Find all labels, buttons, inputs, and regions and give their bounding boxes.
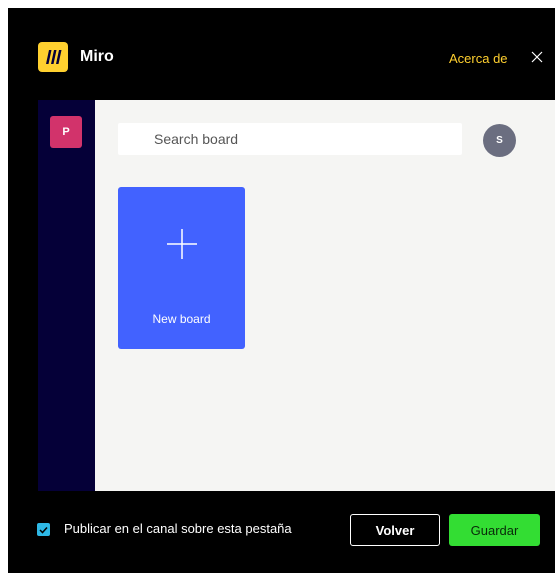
dialog-header: Miro Acerca de [8, 8, 555, 100]
plus-icon [167, 229, 197, 259]
app-name: Miro [80, 48, 114, 65]
board-list-panel: S New board [95, 100, 555, 491]
publish-checkbox[interactable] [37, 523, 50, 536]
miro-logo-icon [38, 42, 68, 72]
about-link[interactable]: Acerca de [449, 51, 508, 66]
checkmark-icon [39, 526, 48, 534]
close-button[interactable] [528, 48, 546, 66]
save-button[interactable]: Guardar [449, 514, 540, 546]
team-avatar[interactable]: P [50, 116, 82, 148]
publish-checkbox-label: Publicar en el canal sobre esta pestaña [64, 521, 292, 536]
new-board-label: New board [152, 312, 211, 326]
miro-board-picker-frame: P S New board [38, 100, 555, 491]
search-board-input[interactable] [118, 123, 462, 155]
user-avatar[interactable]: S [483, 124, 516, 157]
search-board-box [118, 123, 462, 155]
new-board-button[interactable]: New board [118, 187, 245, 349]
team-sidebar: P [38, 100, 95, 491]
back-button[interactable]: Volver [350, 514, 440, 546]
close-icon [531, 51, 543, 63]
miro-tab-config-dialog: Miro Acerca de P S New board [8, 8, 555, 573]
